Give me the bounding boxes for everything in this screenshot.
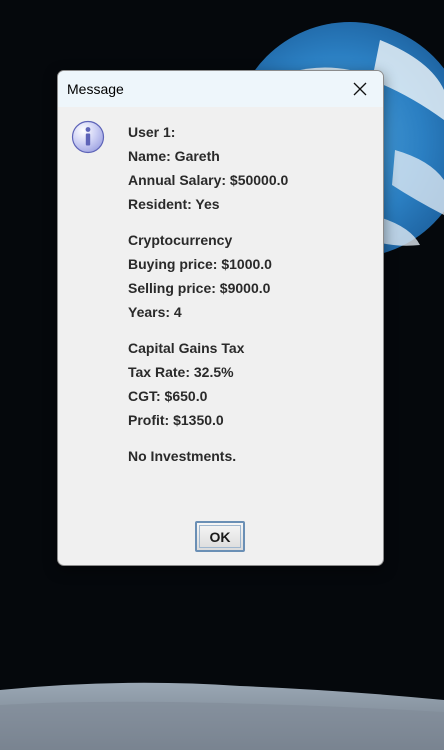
cgt-amount: CGT: $650.0 — [128, 388, 208, 404]
crypto-heading: Cryptocurrency — [128, 232, 233, 248]
message-body: User 1: Name: Gareth Annual Salary: $500… — [128, 122, 373, 470]
profit-amount: Profit: $1350.0 — [128, 412, 224, 428]
selling-price: Selling price: $9000.0 — [128, 280, 271, 296]
dialog-title: Message — [67, 81, 124, 97]
buying-price: Buying price: $1000.0 — [128, 256, 272, 272]
close-icon — [353, 82, 367, 96]
investments-status: No Investments. — [128, 448, 237, 464]
ok-button-label: OK — [209, 528, 231, 545]
cgt-heading: Capital Gains Tax — [128, 340, 245, 356]
tax-rate: Tax Rate: 32.5% — [128, 364, 234, 380]
info-icon — [71, 120, 105, 154]
user-name: Name: Gareth — [128, 148, 220, 164]
message-dialog: Message User 1: Name: Gareth Annual Sala… — [57, 70, 384, 566]
user-heading: User 1: — [128, 124, 176, 140]
ok-button[interactable]: OK — [195, 521, 245, 552]
close-button[interactable] — [337, 71, 383, 107]
resident-status: Resident: Yes — [128, 196, 220, 212]
annual-salary: Annual Salary: $50000.0 — [128, 172, 289, 188]
dialog-titlebar[interactable]: Message — [58, 71, 383, 107]
years-held: Years: 4 — [128, 304, 182, 320]
